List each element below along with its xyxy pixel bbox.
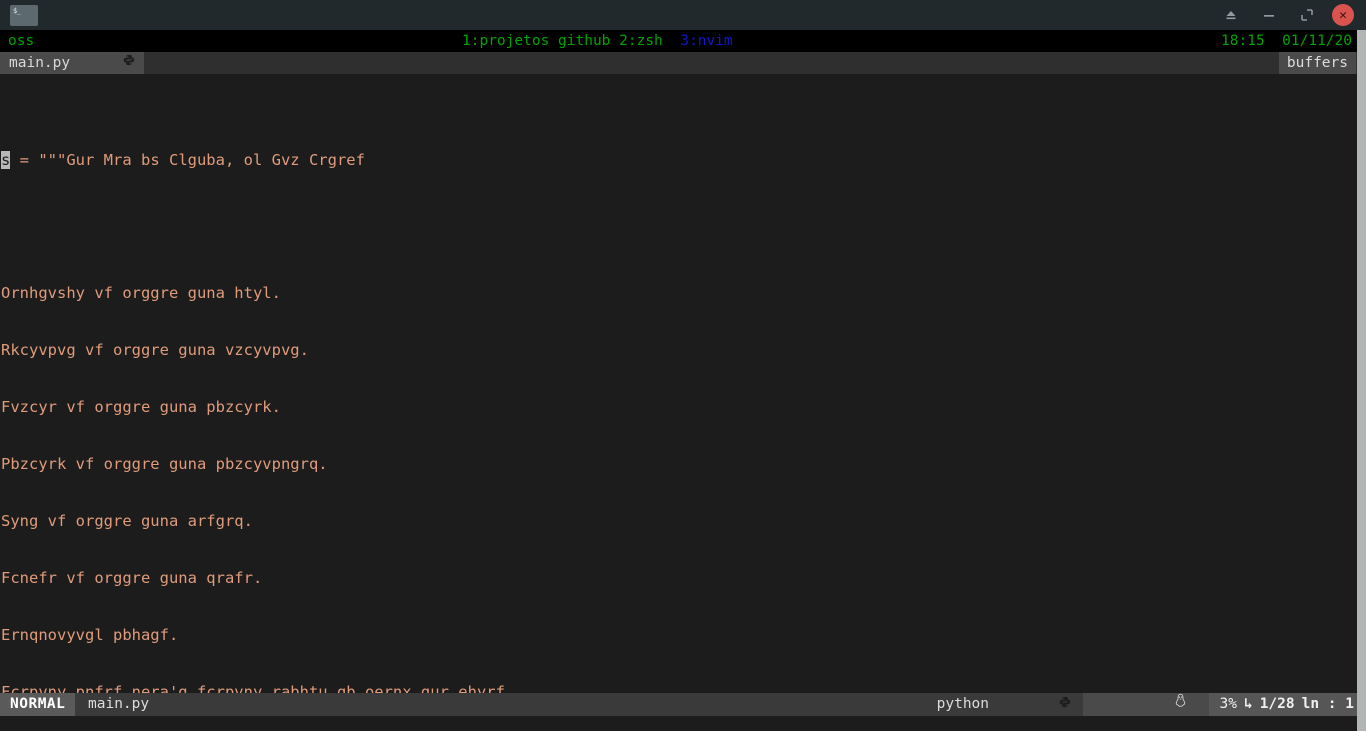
tmux-window-1[interactable]: 1:projetos github	[462, 33, 610, 49]
code-line: Fvzcyr vf orggre guna pbzcyrk.	[1, 398, 281, 416]
linux-penguin-icon	[1105, 670, 1188, 731]
status-filename: main.py	[88, 696, 150, 712]
code-line: Ernqnovyvgl pbhagf.	[1, 626, 179, 644]
buffer-tab-main-py[interactable]: main.py	[0, 52, 145, 74]
code-line: Pbzcyrk vf orggre guna pbzcyvpngrq.	[1, 455, 328, 473]
line-indicator-icon: ↳	[1243, 696, 1253, 712]
tmux-window-2[interactable]: 2:zsh	[619, 33, 663, 49]
code-line: Ornhgvshy vf orggre guna htyl.	[1, 284, 281, 302]
buffers-label[interactable]: buffers	[1278, 52, 1356, 74]
code-line-1-rest: = """Gur Mra bs Clguba, ol Gvz Crgref	[10, 151, 365, 169]
code-line: Syng vf orggre guna arfgrq.	[1, 512, 253, 530]
code-line: Rkcyvpvg vf orggre guna vzcyvpvg.	[1, 341, 309, 359]
code-content: s = """Gur Mra bs Clguba, ol Gvz Crgref …	[0, 74, 1366, 693]
editor-area[interactable]: s = """Gur Mra bs Clguba, ol Gvz Crgref …	[0, 74, 1366, 693]
tmux-window-3-active[interactable]: 3:nvim	[680, 33, 732, 49]
tmux-time: 18:15	[1221, 33, 1265, 49]
tmux-clock-area: 18:15 01/11/20	[1221, 30, 1352, 52]
maximize-button[interactable]	[1288, 0, 1326, 30]
status-line-total: 1/28	[1259, 696, 1295, 712]
window-scrollbar[interactable]	[1357, 30, 1366, 731]
status-mode-badge: NORMAL	[0, 693, 76, 716]
tmux-session-name: oss	[8, 33, 35, 49]
terminal-app-icon: $_	[10, 4, 38, 26]
close-button[interactable]: ✕	[1332, 4, 1354, 26]
window-controls: ✕	[1212, 0, 1366, 30]
status-filetype-section[interactable]: python	[924, 693, 1083, 716]
neovim-bufferline: main.py buffers	[0, 52, 1366, 74]
minimize-button[interactable]	[1250, 0, 1288, 30]
code-line: s = """Gur Mra bs Clguba, ol Gvz Crgref	[1, 151, 1366, 170]
minimize-to-tray-button[interactable]	[1212, 0, 1250, 30]
terminal-icon-text: $_	[13, 6, 21, 15]
close-icon: ✕	[1339, 7, 1347, 23]
cursor: s	[1, 151, 11, 169]
tmux-date: 01/11/20	[1282, 33, 1352, 49]
status-column: ln : 1	[1301, 696, 1354, 712]
statusline-right-group: python 3% ↳ 1/28 ln : 1	[924, 693, 1366, 716]
code-line: Fcnefr vf orggre guna qrafr.	[1, 569, 263, 587]
status-os-section	[1082, 693, 1210, 716]
status-filetype-label: python	[936, 696, 990, 712]
status-position-section: 3% ↳ 1/28 ln : 1	[1209, 693, 1366, 716]
buffer-tab-label: main.py	[9, 55, 71, 71]
status-scroll-percent: 3%	[1219, 696, 1237, 712]
neovim-statusline: NORMAL main.py python 3% ↳ 1/28 ln: 1	[0, 693, 1366, 716]
tmux-window-list: 1:projetos github 2:zsh 3:nvim	[462, 30, 733, 52]
tmux-status-bar: oss 1:projetos github 2:zsh 3:nvim 18:15…	[0, 30, 1366, 52]
window-titlebar: $_ ✕	[0, 0, 1366, 30]
python-icon	[996, 670, 1071, 731]
